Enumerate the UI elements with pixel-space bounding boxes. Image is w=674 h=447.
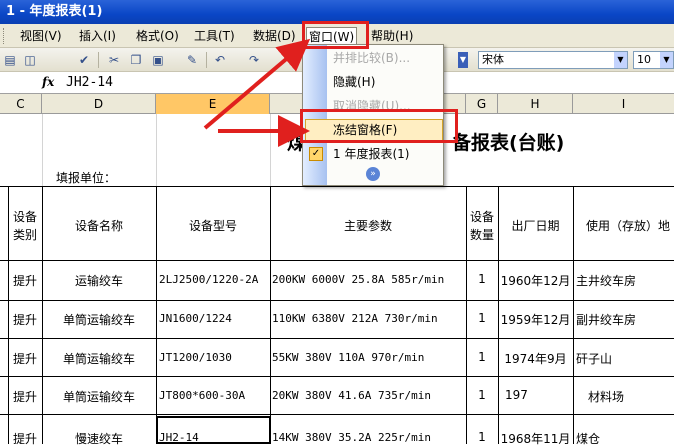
- hyperlink-icon[interactable]: ●: [285, 52, 301, 68]
- cell-category[interactable]: 提升: [8, 311, 42, 328]
- toolbar-separator: [98, 52, 99, 68]
- header-category-line1: 设备: [12, 210, 37, 224]
- toolbar-overflow-icon[interactable]: ▼: [458, 52, 468, 68]
- cell-date[interactable]: 1974年9月: [498, 350, 573, 367]
- report-title-end: 备报表(台账): [452, 132, 565, 154]
- menu-help[interactable]: 帮助(H): [369, 27, 415, 45]
- print-icon[interactable]: ▤: [2, 52, 18, 68]
- cell-location[interactable]: 煤仓: [576, 430, 674, 447]
- gridline: [42, 114, 43, 186]
- cell-location[interactable]: 主井绞车房: [576, 272, 674, 289]
- header-params: 主要参数: [343, 219, 392, 233]
- cell-location[interactable]: 矸子山: [576, 350, 674, 367]
- cell-model[interactable]: 2LJ2500/1220-2A: [159, 273, 270, 286]
- check-icon: ✓: [309, 147, 323, 161]
- header-location: 使用（存放）地: [586, 219, 671, 233]
- print-preview-icon[interactable]: ◫: [22, 52, 38, 68]
- redo-icon[interactable]: ↷: [246, 52, 262, 68]
- chevron-down-icon[interactable]: ▼: [614, 52, 627, 68]
- cut-icon[interactable]: ✂: [106, 52, 122, 68]
- cell-name[interactable]: 单筒运输绞车: [42, 350, 156, 367]
- menu-item-hide[interactable]: 隐藏(H): [333, 71, 375, 93]
- header-quantity-line1: 设备: [469, 210, 494, 224]
- paste-icon[interactable]: ▣: [150, 52, 166, 68]
- annotation-box-freeze-panes: [300, 109, 458, 143]
- undo-icon[interactable]: ↶: [212, 52, 228, 68]
- cell-name[interactable]: 单筒运输绞车: [42, 388, 156, 405]
- cell-quantity[interactable]: 1: [466, 350, 498, 364]
- column-header-h[interactable]: H: [498, 94, 573, 114]
- chevron-down-icon[interactable]: ▼: [660, 52, 673, 68]
- menubar-grip[interactable]: [3, 28, 6, 44]
- column-header-e[interactable]: E: [156, 94, 270, 114]
- header-quantity-line2: 数量: [469, 228, 494, 242]
- cell-category[interactable]: 提升: [8, 430, 42, 447]
- font-size-select[interactable]: 10 ▼: [633, 51, 674, 69]
- column-header-i[interactable]: I: [573, 94, 674, 114]
- format-painter-icon[interactable]: ✎: [184, 52, 200, 68]
- font-name-select[interactable]: 宋体 ▼: [478, 51, 628, 69]
- column-header-c[interactable]: C: [0, 94, 42, 114]
- gridline: [270, 114, 271, 186]
- cell-quantity[interactable]: 1: [466, 430, 498, 444]
- cell-category[interactable]: 提升: [8, 350, 42, 367]
- cell-date[interactable]: 1959年12月: [498, 311, 573, 328]
- menu-format[interactable]: 格式(O): [134, 27, 181, 45]
- font-name-value: 宋体: [482, 53, 504, 66]
- cell-date[interactable]: 1960年12月: [498, 272, 573, 289]
- cell-quantity[interactable]: 1: [466, 311, 498, 325]
- cell-model[interactable]: JT800*600-30A: [159, 389, 270, 402]
- gridline: [156, 114, 157, 186]
- cell-name[interactable]: 运输绞车: [42, 272, 156, 289]
- cell-location[interactable]: 副井绞车房: [576, 311, 674, 328]
- cell-params[interactable]: 20KW 380V 41.6A 735r/min: [272, 389, 466, 402]
- copy-icon[interactable]: ❐: [128, 52, 144, 68]
- cell-params[interactable]: 200KW 6000V 25.8A 585r/min: [272, 273, 466, 286]
- spelling-icon[interactable]: ✔: [76, 52, 92, 68]
- expand-menu-icon[interactable]: »: [366, 167, 380, 181]
- active-cell-outline: [156, 416, 271, 444]
- toolbar-separator: [206, 52, 207, 68]
- cell-quantity[interactable]: 1: [466, 388, 498, 402]
- fx-icon[interactable]: fx: [42, 75, 54, 89]
- header-category-line2: 类别: [12, 228, 37, 242]
- menu-insert[interactable]: 插入(I): [77, 27, 118, 45]
- cell-category[interactable]: 提升: [8, 388, 42, 405]
- menu-data[interactable]: 数据(D): [251, 27, 298, 45]
- window-title: 1 - 年度报表(1): [6, 4, 103, 19]
- fill-unit-label: 填报单位：: [56, 171, 117, 185]
- cell-date[interactable]: 1968年11月: [498, 430, 573, 447]
- cell-date[interactable]: 197: [505, 388, 573, 402]
- table-border: [573, 186, 574, 444]
- header-date: 出厂日期: [511, 219, 560, 233]
- menu-tools[interactable]: 工具(T): [192, 27, 237, 45]
- menu-item-compare-side-by-side[interactable]: 并排比较(B)...: [333, 47, 410, 69]
- header-model: 设备型号: [188, 219, 237, 233]
- annotation-box-window-menu: [302, 21, 369, 49]
- cell-params[interactable]: 110KW 6380V 212A 730r/min: [272, 312, 466, 325]
- cell-params[interactable]: 14KW 380V 35.2A 225r/min: [272, 431, 466, 444]
- column-header-g[interactable]: G: [466, 94, 498, 114]
- menu-item-workbook-1[interactable]: 1 年度报表(1): [333, 143, 409, 165]
- cell-params[interactable]: 55KW 380V 110A 970r/min: [272, 351, 466, 364]
- font-size-value: 10: [637, 53, 651, 66]
- cell-location[interactable]: 材料场: [588, 388, 674, 405]
- cell-model[interactable]: JT1200/1030: [159, 351, 270, 364]
- header-name: 设备名称: [74, 219, 123, 233]
- cell-model[interactable]: JN1600/1224: [159, 312, 270, 325]
- menu-view[interactable]: 视图(V): [18, 27, 64, 45]
- cell-name[interactable]: 慢速绞车: [42, 430, 156, 447]
- column-header-d[interactable]: D: [42, 94, 156, 114]
- cell-name[interactable]: 单筒运输绞车: [42, 311, 156, 328]
- cell-category[interactable]: 提升: [8, 272, 42, 289]
- cell-quantity[interactable]: 1: [466, 272, 498, 286]
